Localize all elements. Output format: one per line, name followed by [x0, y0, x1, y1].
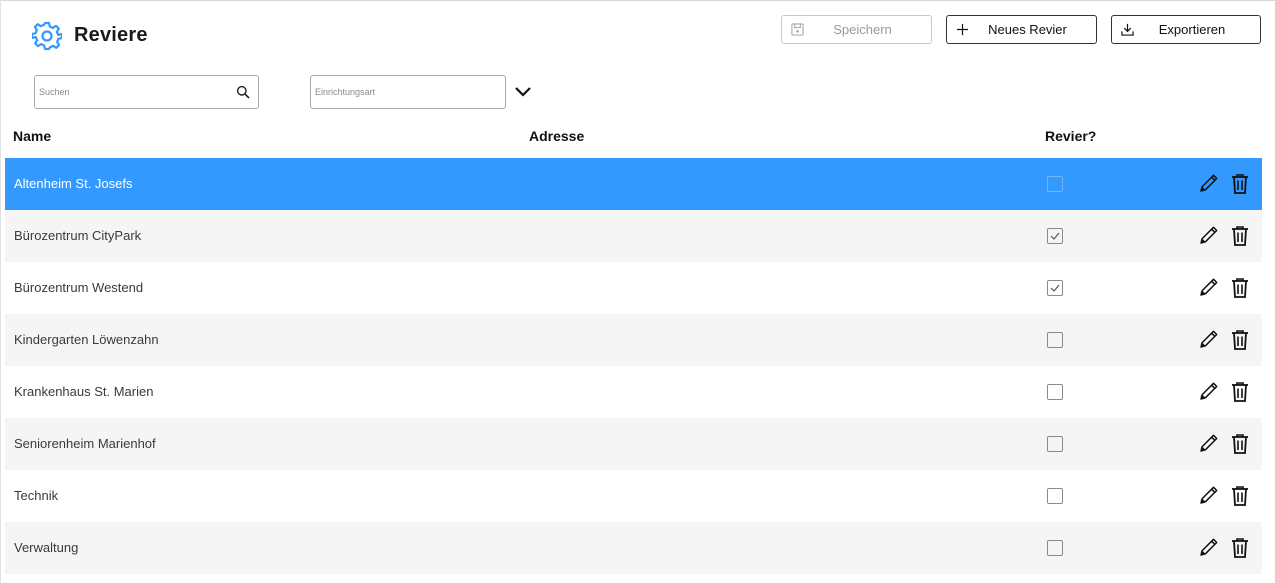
revier-checkbox[interactable] — [1047, 176, 1063, 192]
revier-checkbox[interactable] — [1047, 384, 1063, 400]
floppy-disk-icon — [790, 23, 804, 37]
facility-type-input[interactable] — [311, 76, 505, 108]
trash-icon[interactable] — [1230, 329, 1250, 351]
revier-checkbox[interactable] — [1047, 436, 1063, 452]
pencil-icon[interactable] — [1198, 484, 1220, 506]
column-header-address[interactable]: Adresse — [529, 128, 584, 144]
download-icon — [1120, 23, 1134, 37]
pencil-icon[interactable] — [1198, 276, 1220, 298]
trash-icon[interactable] — [1230, 433, 1250, 455]
revier-checkbox[interactable] — [1047, 488, 1063, 504]
row-name: Verwaltung — [14, 540, 79, 555]
table-row[interactable]: Kindergarten Löwenzahn — [5, 314, 1262, 366]
gear-icon — [30, 21, 64, 51]
row-name: Altenheim St. Josefs — [14, 176, 133, 191]
checkmark-icon — [1050, 232, 1060, 240]
row-name: Bürozentrum CityPark — [14, 228, 142, 243]
table-row[interactable]: Krankenhaus St. Marien — [5, 366, 1262, 418]
pencil-icon[interactable] — [1198, 328, 1220, 350]
table-row[interactable]: Bürozentrum Westend — [5, 262, 1262, 314]
new-revier-button[interactable]: Neues Revier — [946, 15, 1097, 44]
trash-icon[interactable] — [1230, 537, 1250, 559]
trash-icon[interactable] — [1230, 277, 1250, 299]
table-row[interactable]: Technik — [5, 470, 1262, 522]
search-field[interactable] — [34, 75, 259, 109]
search-icon[interactable] — [236, 85, 250, 99]
row-name: Kindergarten Löwenzahn — [14, 332, 159, 347]
pencil-icon[interactable] — [1198, 432, 1220, 454]
trash-icon[interactable] — [1230, 485, 1250, 507]
table-row[interactable]: Altenheim St. Josefs — [5, 158, 1262, 210]
revier-table: Altenheim St. Josefs Bürozentrum CityPark… — [5, 158, 1262, 574]
export-button-label: Exportieren — [1158, 22, 1226, 37]
revier-checkbox[interactable] — [1047, 228, 1063, 244]
row-name: Bürozentrum Westend — [14, 280, 144, 295]
chevron-down-icon[interactable] — [514, 84, 532, 100]
pencil-icon[interactable] — [1198, 380, 1220, 402]
save-button-label: Speichern — [833, 22, 892, 37]
row-name: Seniorenheim Marienhof — [14, 436, 156, 451]
column-header-revier[interactable]: Revier? — [1045, 128, 1096, 144]
export-button[interactable]: Exportieren — [1111, 15, 1261, 44]
page-title: Reviere — [74, 24, 148, 46]
trash-icon[interactable] — [1230, 173, 1250, 195]
row-name: Krankenhaus St. Marien — [14, 384, 154, 399]
revier-checkbox[interactable] — [1047, 540, 1063, 556]
table-row[interactable]: Verwaltung — [5, 522, 1262, 574]
pencil-icon[interactable] — [1198, 172, 1220, 194]
row-name: Technik — [14, 488, 59, 503]
save-button[interactable]: Speichern — [781, 15, 932, 44]
checkmark-icon — [1050, 284, 1060, 292]
trash-icon[interactable] — [1230, 381, 1250, 403]
pencil-icon[interactable] — [1198, 536, 1220, 558]
new-revier-button-label: Neues Revier — [988, 22, 1067, 37]
table-row[interactable]: Seniorenheim Marienhof — [5, 418, 1262, 470]
facility-type-field[interactable] — [310, 75, 506, 109]
revier-checkbox[interactable] — [1047, 280, 1063, 296]
trash-icon[interactable] — [1230, 225, 1250, 247]
search-input[interactable] — [35, 76, 258, 108]
plus-icon — [955, 23, 969, 37]
left-border — [0, 0, 1, 583]
pencil-icon[interactable] — [1198, 224, 1220, 246]
table-row[interactable]: Bürozentrum CityPark — [5, 210, 1262, 262]
column-header-name[interactable]: Name — [13, 128, 51, 144]
top-border — [0, 0, 1275, 1]
revier-checkbox[interactable] — [1047, 332, 1063, 348]
